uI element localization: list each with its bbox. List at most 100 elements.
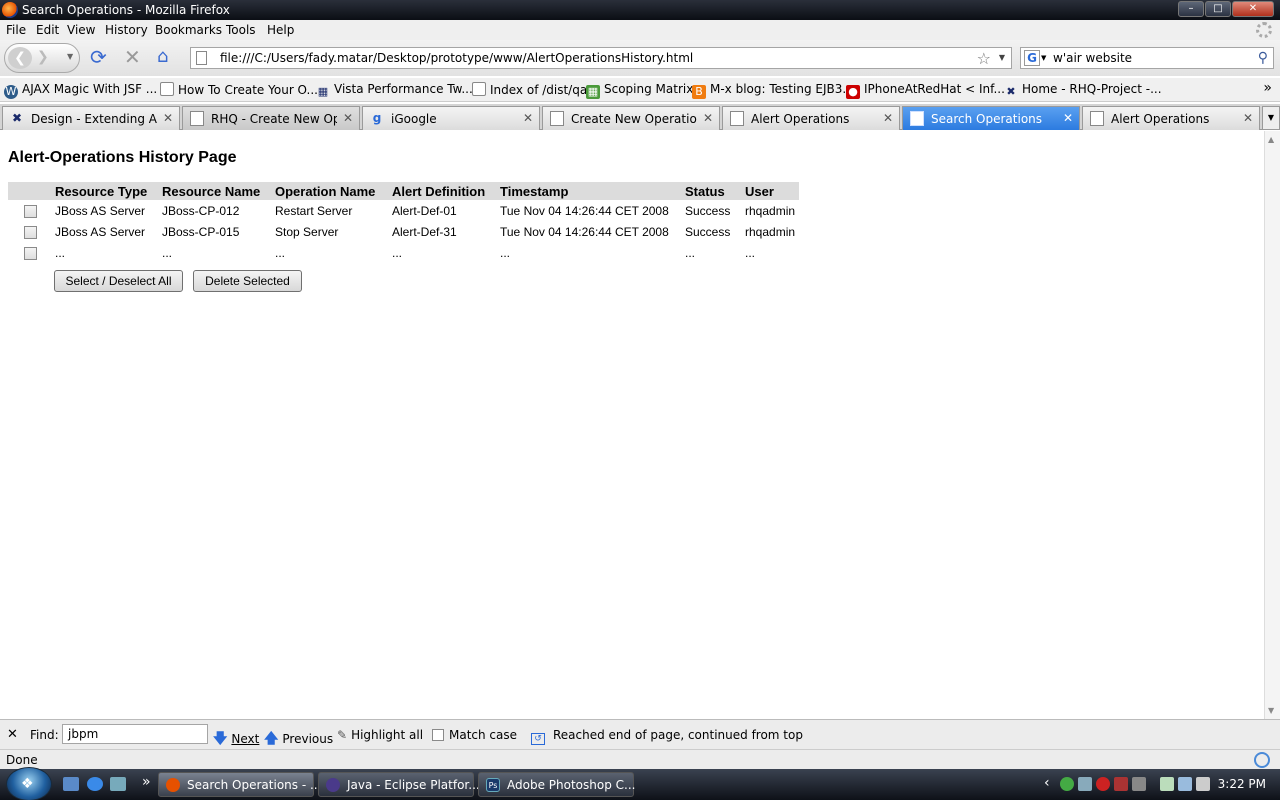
ie-icon[interactable] bbox=[87, 777, 103, 791]
bookmark-star-icon[interactable]: ☆ bbox=[977, 49, 991, 68]
menu-bookmarks[interactable]: Bookmarks bbox=[155, 23, 222, 37]
quicklaunch-more-icon[interactable]: » bbox=[142, 774, 151, 790]
tab[interactable]: Create New Operation... ✕ bbox=[542, 106, 720, 130]
table-row: JBoss AS Server JBoss-CP-012 Restart Ser… bbox=[8, 200, 799, 221]
google-icon[interactable]: G bbox=[1024, 50, 1040, 66]
close-tab-icon[interactable]: ✕ bbox=[343, 111, 353, 125]
rhq-icon: ✖ bbox=[1006, 85, 1016, 98]
sync-icon[interactable] bbox=[1254, 752, 1270, 768]
search-icon[interactable]: ⚲ bbox=[1258, 50, 1268, 66]
search-input[interactable]: w'air website bbox=[1053, 51, 1132, 65]
engine-dropdown-icon[interactable]: ▼ bbox=[1041, 54, 1046, 62]
close-button[interactable]: ✕ bbox=[1232, 1, 1274, 17]
minimize-button[interactable]: – bbox=[1178, 1, 1204, 17]
antivirus-icon[interactable] bbox=[1114, 777, 1128, 791]
close-tab-icon[interactable]: ✕ bbox=[163, 111, 173, 125]
bookmark-item[interactable]: How To Create Your O... bbox=[160, 82, 318, 97]
menu-edit[interactable]: Edit bbox=[36, 23, 59, 37]
menu-help[interactable]: Help bbox=[267, 23, 294, 37]
taskbar-item-photoshop[interactable]: Ps Adobe Photoshop C... bbox=[478, 772, 635, 797]
acrobat-icon[interactable] bbox=[1096, 777, 1110, 791]
close-tab-icon[interactable]: ✕ bbox=[1063, 111, 1073, 125]
row-checkbox[interactable] bbox=[24, 204, 37, 218]
find-bar: ✕ Find: jbpm 🡇 Next 🡅 Previous ✎ Highlight … bbox=[0, 719, 1280, 749]
clock[interactable]: 3:22 PM bbox=[1218, 777, 1266, 791]
menu-view[interactable]: View bbox=[67, 23, 95, 37]
bookmark-item[interactable]: ▦ Scoping Matrix bbox=[586, 82, 693, 99]
volume-muted-icon[interactable] bbox=[1196, 777, 1210, 791]
tray-expand-icon[interactable]: ‹ bbox=[1044, 775, 1050, 791]
bookmark-item[interactable]: B M-x blog: Testing EJB3... bbox=[692, 82, 854, 99]
system-tray: ‹ 3:22 PM bbox=[1040, 769, 1280, 800]
start-button[interactable]: ❖ bbox=[6, 767, 52, 800]
network-tray-icon[interactable] bbox=[1078, 777, 1092, 791]
bookmark-item[interactable]: ✖ Home - RHQ-Project -... bbox=[1004, 82, 1161, 99]
reload-icon[interactable]: ⟳ bbox=[90, 47, 107, 67]
home-icon[interactable]: ⌂ bbox=[157, 48, 168, 66]
table-row: JBoss AS Server JBoss-CP-015 Stop Server… bbox=[8, 221, 799, 242]
close-tab-icon[interactable]: ✕ bbox=[703, 111, 713, 125]
scroll-down-icon[interactable]: ▼ bbox=[1268, 706, 1274, 715]
select-all-button[interactable]: Select / Deselect All bbox=[54, 270, 183, 292]
list-all-tabs-icon[interactable]: ▼ bbox=[1262, 106, 1280, 130]
url-bar[interactable]: file:///C:/Users/fady.matar/Desktop/prot… bbox=[190, 47, 1012, 69]
row-checkbox[interactable] bbox=[24, 246, 37, 260]
vertical-scrollbar[interactable]: ▲ ▼ bbox=[1264, 131, 1280, 719]
forward-icon[interactable]: ❯ bbox=[37, 49, 49, 65]
close-tab-icon[interactable]: ✕ bbox=[883, 111, 893, 125]
close-tab-icon[interactable]: ✕ bbox=[523, 111, 533, 125]
tab[interactable]: RHQ - Create New Op... ✕ bbox=[182, 106, 360, 130]
url-text: file:///C:/Users/fady.matar/Desktop/prot… bbox=[220, 51, 694, 65]
switch-windows-icon[interactable] bbox=[110, 777, 126, 791]
maximize-button[interactable]: □ bbox=[1205, 1, 1231, 17]
window-title: Search Operations - Mozilla Firefox bbox=[22, 3, 230, 17]
operations-table: Resource Type Resource Name Operation Na… bbox=[8, 182, 799, 263]
scroll-up-icon[interactable]: ▲ bbox=[1268, 135, 1274, 144]
menu-tools[interactable]: Tools bbox=[226, 23, 256, 37]
usb-icon[interactable] bbox=[1160, 777, 1174, 791]
show-desktop-icon[interactable] bbox=[63, 777, 79, 791]
column-header: Resource Name bbox=[160, 182, 273, 200]
delete-selected-button[interactable]: Delete Selected bbox=[193, 270, 302, 292]
status-text: Done bbox=[6, 753, 38, 767]
more-bookmarks-icon[interactable]: » bbox=[1263, 80, 1272, 96]
messenger-icon[interactable] bbox=[1060, 777, 1074, 791]
history-dropdown-icon[interactable]: ▼ bbox=[67, 52, 73, 61]
menu-history[interactable]: History bbox=[105, 23, 148, 37]
tray-app-icon[interactable] bbox=[1132, 777, 1146, 791]
tab[interactable]: Alert Operations ✕ bbox=[1082, 106, 1260, 130]
back-icon[interactable]: ❮ bbox=[8, 47, 32, 69]
bookmark-item[interactable]: W AJAX Magic With JSF ... bbox=[4, 82, 157, 99]
bookmark-item[interactable]: ▦ Vista Performance Tw... bbox=[316, 82, 473, 99]
tab-active[interactable]: Search Operations ✕ bbox=[902, 106, 1080, 130]
search-bar[interactable]: G ▼ w'air website ⚲ bbox=[1020, 47, 1274, 69]
title-bar: Search Operations - Mozilla Firefox – □ … bbox=[0, 0, 1280, 20]
bookmark-item[interactable]: ● IPhoneAtRedHat < Inf... bbox=[846, 82, 1005, 99]
page-icon bbox=[1090, 111, 1104, 126]
windows-icon: ❖ bbox=[21, 776, 34, 792]
tab[interactable]: ✖ Design - Extending Al... ✕ bbox=[2, 106, 180, 130]
highlight-all-button[interactable]: ✎ Highlight all bbox=[337, 728, 423, 742]
page-icon bbox=[910, 111, 924, 126]
find-input[interactable]: jbpm bbox=[62, 724, 208, 744]
url-dropdown-icon[interactable]: ▼ bbox=[999, 53, 1005, 62]
taskbar-item-eclipse[interactable]: Java - Eclipse Platfor... bbox=[318, 772, 480, 797]
wrap-icon: ↺ bbox=[531, 733, 545, 745]
eclipse-icon bbox=[326, 778, 340, 792]
taskbar-item-firefox[interactable]: Search Operations - ... bbox=[158, 772, 321, 797]
page-icon bbox=[160, 82, 174, 96]
network-icon: ▦ bbox=[317, 85, 329, 98]
row-checkbox[interactable] bbox=[24, 225, 37, 239]
close-tab-icon[interactable]: ✕ bbox=[1243, 111, 1253, 125]
spreadsheet-icon: ▦ bbox=[586, 85, 600, 99]
menu-file[interactable]: File bbox=[6, 23, 26, 37]
network-icon[interactable] bbox=[1178, 777, 1192, 791]
tab[interactable]: Alert Operations ✕ bbox=[722, 106, 900, 130]
bookmarks-toolbar: W AJAX Magic With JSF ... How To Create Y… bbox=[0, 78, 1280, 102]
match-case-checkbox[interactable]: Match case bbox=[432, 728, 517, 742]
close-find-icon[interactable]: ✕ bbox=[7, 727, 18, 742]
tab[interactable]: g iGoogle ✕ bbox=[362, 106, 540, 130]
stop-icon[interactable]: ✕ bbox=[124, 47, 141, 67]
bookmark-item[interactable]: Index of /dist/qa bbox=[472, 82, 587, 97]
column-header: Resource Type bbox=[53, 182, 160, 200]
